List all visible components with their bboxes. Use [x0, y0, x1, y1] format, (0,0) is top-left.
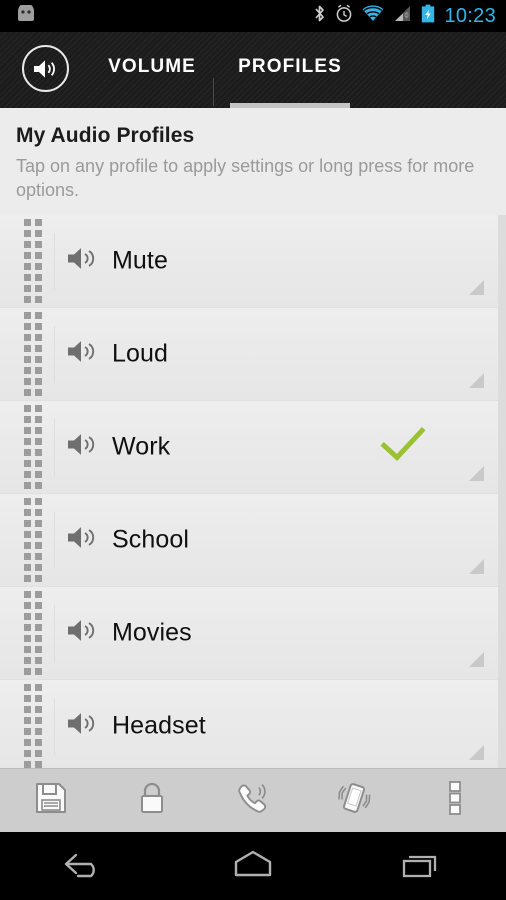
- profile-name: Headset: [112, 711, 206, 740]
- row-divider: [54, 419, 55, 476]
- phone-screen: 10:23 VOLUME PROFILES My Audio Profiles …: [0, 0, 506, 900]
- save-button[interactable]: [0, 769, 101, 833]
- speaker-icon: [66, 617, 100, 650]
- home-icon: [226, 847, 280, 886]
- row-expand-corner-icon: [469, 745, 484, 760]
- profile-row[interactable]: Loud: [0, 308, 498, 401]
- phone-ring-icon: [235, 781, 271, 820]
- profile-row[interactable]: Mute: [0, 215, 498, 308]
- row-divider: [54, 233, 55, 290]
- speaker-icon: [66, 245, 100, 278]
- wifi-icon: [362, 4, 384, 28]
- status-bar-notifications: [0, 2, 313, 28]
- profile-row[interactable]: School: [0, 494, 498, 587]
- alarm-clock-icon: [335, 4, 353, 28]
- row-expand-corner-icon: [469, 559, 484, 574]
- row-divider: [54, 698, 55, 755]
- android-mascot-icon: [14, 2, 38, 28]
- home-button[interactable]: [198, 832, 308, 900]
- vibrate-button[interactable]: [304, 769, 405, 833]
- speaker-icon: [66, 524, 100, 557]
- app-speaker-logo-icon[interactable]: [22, 45, 69, 92]
- profile-name: Movies: [112, 618, 192, 647]
- speaker-icon: [66, 431, 100, 464]
- row-expand-corner-icon: [469, 280, 484, 295]
- overflow-button[interactable]: [405, 769, 506, 833]
- back-arrow-icon: [58, 847, 110, 886]
- status-bar-clock: 10:23: [444, 5, 496, 27]
- drag-handle-icon[interactable]: [24, 591, 42, 675]
- recents-icon: [396, 847, 448, 886]
- row-divider: [54, 326, 55, 383]
- profile-name: Loud: [112, 339, 169, 368]
- profile-name: Work: [112, 432, 171, 461]
- row-divider: [54, 605, 55, 662]
- status-bar: 10:23: [0, 0, 506, 32]
- bluetooth-icon: [313, 4, 326, 28]
- drag-handle-icon[interactable]: [24, 312, 42, 396]
- row-divider: [54, 512, 55, 569]
- drag-handle-icon[interactable]: [24, 684, 42, 768]
- overflow-menu-icon: [448, 780, 462, 821]
- list-scrollbar[interactable]: [498, 215, 506, 768]
- drag-handle-icon[interactable]: [24, 405, 42, 489]
- profile-name: Mute: [112, 246, 168, 275]
- lock-button[interactable]: [101, 769, 202, 833]
- status-bar-system-icons: 10:23: [313, 4, 506, 28]
- bottom-toolbar: [0, 768, 506, 832]
- profile-row[interactable]: Headset: [0, 680, 498, 768]
- tab-volume-label: VOLUME: [108, 56, 196, 77]
- row-expand-corner-icon: [469, 466, 484, 481]
- back-button[interactable]: [29, 832, 139, 900]
- tab-profiles-label: PROFILES: [238, 56, 342, 77]
- row-expand-corner-icon: [469, 373, 484, 388]
- profile-name: School: [112, 525, 190, 554]
- vibrate-phone-icon: [336, 781, 372, 820]
- cell-signal-icon: [393, 5, 412, 28]
- profile-row[interactable]: Movies: [0, 587, 498, 680]
- floppy-disk-icon: [34, 781, 68, 820]
- recents-button[interactable]: [367, 832, 477, 900]
- content-area: My Audio Profiles Tap on any profile to …: [0, 108, 506, 768]
- page-subtitle: Tap on any profile to apply settings or …: [16, 156, 475, 200]
- battery-charging-icon: [421, 4, 435, 28]
- action-bar: VOLUME PROFILES: [0, 32, 506, 108]
- drag-handle-icon[interactable]: [24, 498, 42, 582]
- speaker-icon: [66, 710, 100, 743]
- page-header: My Audio Profiles Tap on any profile to …: [0, 108, 506, 207]
- row-expand-corner-icon: [469, 652, 484, 667]
- ringer-button[interactable]: [202, 769, 303, 833]
- speaker-icon: [66, 338, 100, 371]
- tab-volume[interactable]: VOLUME: [92, 32, 212, 108]
- active-profile-check-icon: [380, 425, 426, 470]
- profile-list[interactable]: Mute Loud Work School Movies Headset: [0, 215, 498, 768]
- lock-icon: [136, 781, 168, 820]
- tab-profiles[interactable]: PROFILES: [230, 32, 350, 108]
- drag-handle-icon[interactable]: [24, 219, 42, 303]
- android-navigation-bar: [0, 832, 506, 900]
- page-title: My Audio Profiles: [16, 124, 195, 147]
- tab-bar: VOLUME PROFILES: [92, 32, 350, 108]
- profile-row[interactable]: Work: [0, 401, 498, 494]
